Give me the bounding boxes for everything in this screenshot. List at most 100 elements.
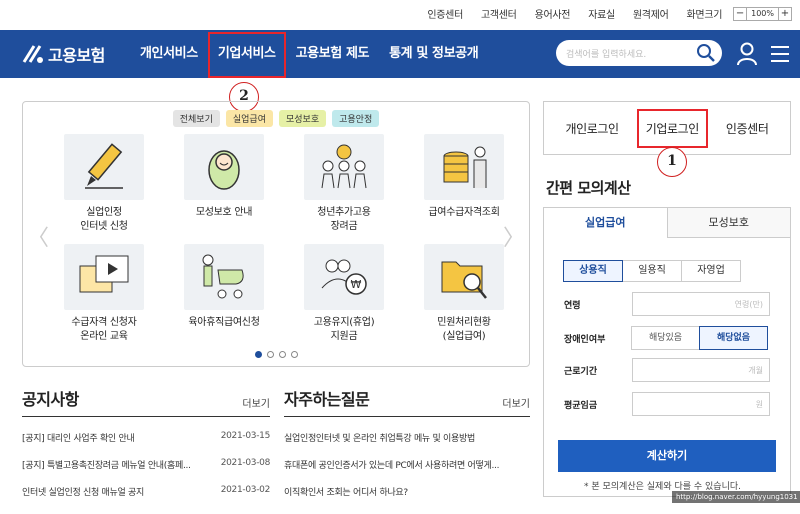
chip-employment-stability[interactable]: 고용안정 bbox=[332, 110, 380, 127]
faq-more-link[interactable]: 더보기 bbox=[502, 395, 530, 410]
hamburger-menu-icon[interactable] bbox=[770, 45, 790, 63]
user-icon[interactable] bbox=[736, 42, 758, 66]
stroller-icon bbox=[184, 244, 264, 310]
baby-icon bbox=[184, 134, 264, 200]
wage-input[interactable]: 원 bbox=[632, 392, 770, 416]
zoom-out-button[interactable]: − bbox=[733, 6, 748, 21]
calculate-button[interactable]: 계산하기 bbox=[558, 440, 776, 472]
carousel-dot[interactable] bbox=[254, 351, 262, 358]
zoom-in-button[interactable]: + bbox=[778, 6, 792, 21]
util-link-archive[interactable]: 자료실 bbox=[579, 6, 624, 21]
service-item[interactable]: 급여수급자격조회 bbox=[409, 134, 519, 234]
category-chips: 전체보기 실업급여 모성보호 고용안정 bbox=[23, 110, 529, 127]
notice-row-date: 2021-03-15 bbox=[220, 431, 271, 441]
type-self-employed-button[interactable]: 자영업 bbox=[681, 260, 741, 282]
notice-more-link[interactable]: 더보기 bbox=[242, 395, 270, 410]
logo-mark-icon bbox=[20, 42, 46, 66]
faq-row[interactable]: 휴대폰에 공인인증서가 있는데 PC에서 사용하려면 어떻게... bbox=[284, 458, 530, 471]
site-logo[interactable]: 고용보험 bbox=[20, 42, 105, 66]
age-field-row: 연령 연령(만) bbox=[564, 292, 770, 316]
faq-row[interactable]: 실업인정인터넷 및 온라인 취업특강 메뉴 및 이용방법 bbox=[284, 431, 530, 444]
zoom-value: 100% bbox=[747, 6, 778, 21]
period-field-row: 근로기간 개월 bbox=[564, 358, 770, 382]
notice-title: 공지사항 bbox=[22, 390, 79, 409]
notice-header: 공지사항 더보기 bbox=[22, 386, 270, 417]
age-label: 연령 bbox=[564, 300, 581, 311]
faq-row-text[interactable]: 휴대폰에 공인인증서가 있는데 PC에서 사용하려면 어떻게... bbox=[284, 458, 499, 471]
service-label: 고용유지(휴업) 지원금 bbox=[313, 317, 375, 342]
service-label: 청년추가고용 장려금 bbox=[317, 207, 371, 232]
service-item[interactable]: 모성보호 안내 bbox=[169, 134, 279, 234]
notice-row-text[interactable]: [공지] 특별고용촉진장려금 메뉴얼 안내(홈페... bbox=[22, 458, 191, 471]
type-daily-button[interactable]: 일용직 bbox=[622, 260, 682, 282]
service-item[interactable]: 실업인정 인터넷 신청 bbox=[49, 134, 159, 234]
zoom-control: − 100% + bbox=[733, 6, 792, 21]
svg-text:₩: ₩ bbox=[351, 278, 362, 291]
chip-all[interactable]: 전체보기 bbox=[172, 110, 220, 127]
notice-row-text[interactable]: [공지] 대리인 사업주 확인 안내 bbox=[22, 431, 135, 444]
faq-header: 자주하는질문 더보기 bbox=[284, 386, 530, 417]
search-input[interactable]: 검색어를 입력하세요. bbox=[566, 47, 646, 60]
menu-insurance-system[interactable]: 고용보험 제도 bbox=[286, 30, 380, 78]
watermark: http://blog.naver.com/hyyung1031 bbox=[672, 491, 800, 503]
carousel-dot[interactable] bbox=[290, 351, 298, 358]
utility-bar: 인증센터 고객센터 용어사전 자료실 원격제어 화면크기 − 100% + bbox=[0, 0, 800, 28]
faq-board: 자주하는질문 더보기 실업인정인터넷 및 온라인 취업특강 메뉴 및 이용방법 … bbox=[284, 386, 530, 498]
video-icon bbox=[64, 244, 144, 310]
menu-personal-service[interactable]: 개인서비스 bbox=[130, 30, 208, 78]
service-item[interactable]: 청년추가고용 장려금 bbox=[289, 134, 399, 234]
logo-text: 고용보험 bbox=[48, 46, 105, 65]
notice-row-text[interactable]: 인터넷 실업인정 신청 매뉴얼 공지 bbox=[22, 485, 144, 498]
service-item[interactable]: ₩ 고용유지(휴업) 지원금 bbox=[289, 244, 399, 344]
service-label: 실업인정 인터넷 신청 bbox=[80, 207, 128, 232]
util-link-remote[interactable]: 원격제어 bbox=[624, 6, 678, 21]
menu-company-service[interactable]: 기업서비스 bbox=[207, 32, 286, 78]
prev-arrow-icon[interactable]: 〈 bbox=[27, 220, 49, 252]
service-item[interactable]: 육아휴직급여신청 bbox=[169, 244, 279, 344]
wage-field-row: 평균임금 원 bbox=[564, 392, 770, 416]
notice-row[interactable]: 인터넷 실업인정 신청 매뉴얼 공지 2021-03-02 bbox=[22, 485, 270, 498]
tab-maternity[interactable]: 모성보호 bbox=[667, 208, 790, 238]
disability-yes-button[interactable]: 해당있음 bbox=[631, 326, 700, 350]
disability-no-button[interactable]: 해당없음 bbox=[699, 326, 768, 350]
notice-row[interactable]: [공지] 특별고용촉진장려금 메뉴얼 안내(홈페... 2021-03-08 bbox=[22, 458, 270, 471]
period-label: 근로기간 bbox=[564, 366, 598, 377]
menu-statistics[interactable]: 통계 및 정보공개 bbox=[379, 30, 488, 78]
carousel-dot[interactable] bbox=[278, 351, 286, 358]
employment-type-selector: 상용직 일용직 자영업 bbox=[563, 260, 741, 282]
disability-field-row: 장애인여부 해당있음 해당없음 bbox=[564, 326, 768, 350]
service-panel: 전체보기 실업급여 모성보호 고용안정 〈 〉 실업인정 인터넷 신청 모성보호… bbox=[22, 101, 530, 367]
util-link-glossary[interactable]: 용어사전 bbox=[526, 6, 580, 21]
util-link-cert[interactable]: 인증센터 bbox=[418, 6, 472, 21]
disability-selector: 해당있음 해당없음 bbox=[631, 326, 768, 350]
wage-label: 평균임금 bbox=[564, 400, 598, 411]
personal-login-link[interactable]: 개인로그인 bbox=[566, 120, 620, 137]
faq-row-text[interactable]: 이직확인서 조회는 어디서 하나요? bbox=[284, 485, 408, 498]
age-input[interactable]: 연령(만) bbox=[632, 292, 770, 316]
people-won-icon: ₩ bbox=[304, 244, 384, 310]
service-grid: 실업인정 인터넷 신청 모성보호 안내 청년추가고용 장려금 급여수급자격조회 … bbox=[49, 134, 504, 344]
annotation-1: 1 bbox=[657, 147, 687, 177]
carousel-dot[interactable] bbox=[266, 351, 274, 358]
search-box[interactable]: 검색어를 입력하세요. bbox=[556, 40, 722, 66]
notice-board: 공지사항 더보기 [공지] 대리인 사업주 확인 안내 2021-03-15 [… bbox=[22, 386, 270, 498]
tab-unemployment[interactable]: 실업급여 bbox=[544, 208, 668, 238]
service-item[interactable]: 수급자격 신청자 온라인 교육 bbox=[49, 244, 159, 344]
service-item[interactable]: 민원처리현황 (실업급여) bbox=[409, 244, 519, 344]
util-link-screen-size: 화면크기 bbox=[686, 10, 723, 21]
company-login-link[interactable]: 기업로그인 bbox=[636, 108, 708, 148]
notice-row[interactable]: [공지] 대리인 사업주 확인 안내 2021-03-15 bbox=[22, 431, 270, 444]
service-label: 모성보호 안내 bbox=[195, 207, 253, 218]
main-nav: 고용보험 개인서비스 기업서비스 고용보험 제도 통계 및 정보공개 검색어를 … bbox=[0, 30, 800, 78]
faq-title: 자주하는질문 bbox=[284, 390, 370, 409]
type-regular-button[interactable]: 상용직 bbox=[563, 260, 623, 282]
search-icon[interactable] bbox=[696, 43, 716, 63]
util-link-support[interactable]: 고객센터 bbox=[472, 6, 526, 21]
chip-maternity[interactable]: 모성보호 bbox=[279, 110, 327, 127]
cert-center-link[interactable]: 인증센터 bbox=[726, 120, 769, 137]
faq-row[interactable]: 이직확인서 조회는 어디서 하나요? bbox=[284, 485, 530, 498]
faq-row-text[interactable]: 실업인정인터넷 및 온라인 취업특강 메뉴 및 이용방법 bbox=[284, 431, 475, 444]
period-input[interactable]: 개월 bbox=[632, 358, 770, 382]
chip-unemployment[interactable]: 실업급여 bbox=[225, 110, 273, 127]
service-label: 민원처리현황 (실업급여) bbox=[437, 317, 491, 342]
